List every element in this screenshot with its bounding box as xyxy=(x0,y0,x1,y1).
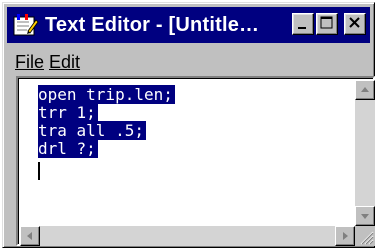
size-grip-icon xyxy=(360,231,374,245)
scroll-left-button[interactable] xyxy=(20,226,40,246)
text-line: drl ?; xyxy=(38,139,175,158)
size-grip[interactable] xyxy=(355,226,375,246)
text-editor-icon[interactable] xyxy=(11,11,39,39)
selected-text: open trip.len; xyxy=(38,85,175,104)
text-content[interactable]: open trip.len; trr 1; tra all .5; drl ?; xyxy=(38,85,175,158)
selected-text: drl ?; xyxy=(38,139,98,158)
menu-bar: File Edit xyxy=(7,47,370,75)
minimize-icon xyxy=(298,27,306,29)
scroll-down-button[interactable] xyxy=(355,206,375,226)
text-line: trr 1; xyxy=(38,103,175,122)
title-bar[interactable]: Text Editor - [Untitle… xyxy=(7,7,370,43)
menu-edit[interactable]: Edit xyxy=(49,52,80,73)
horizontal-scrollbar[interactable] xyxy=(20,226,355,246)
close-icon xyxy=(349,17,360,28)
arrow-down-icon xyxy=(361,214,369,219)
maximize-icon xyxy=(320,16,333,29)
selected-text: tra all .5; xyxy=(38,121,146,140)
text-caret xyxy=(38,162,40,180)
menu-file[interactable]: File xyxy=(15,52,44,73)
text-area[interactable]: open trip.len; trr 1; tra all .5; drl ?; xyxy=(16,76,375,246)
selected-text: trr 1; xyxy=(38,103,98,122)
menu-edit-label: Edit xyxy=(49,52,81,72)
text-line: open trip.len; xyxy=(38,85,175,104)
arrow-left-icon xyxy=(27,232,32,240)
close-button[interactable] xyxy=(344,13,366,35)
window-title: Text Editor - [Untitle… xyxy=(45,14,260,36)
minimize-button[interactable] xyxy=(292,13,314,35)
menu-file-label: File xyxy=(15,52,45,72)
arrow-up-icon xyxy=(361,87,369,92)
maximize-button[interactable] xyxy=(316,13,338,35)
vertical-scrollbar[interactable] xyxy=(355,80,375,226)
arrow-right-icon xyxy=(343,232,348,240)
scroll-up-button[interactable] xyxy=(355,80,375,100)
scroll-right-button[interactable] xyxy=(335,226,355,246)
text-line: tra all .5; xyxy=(38,121,175,140)
